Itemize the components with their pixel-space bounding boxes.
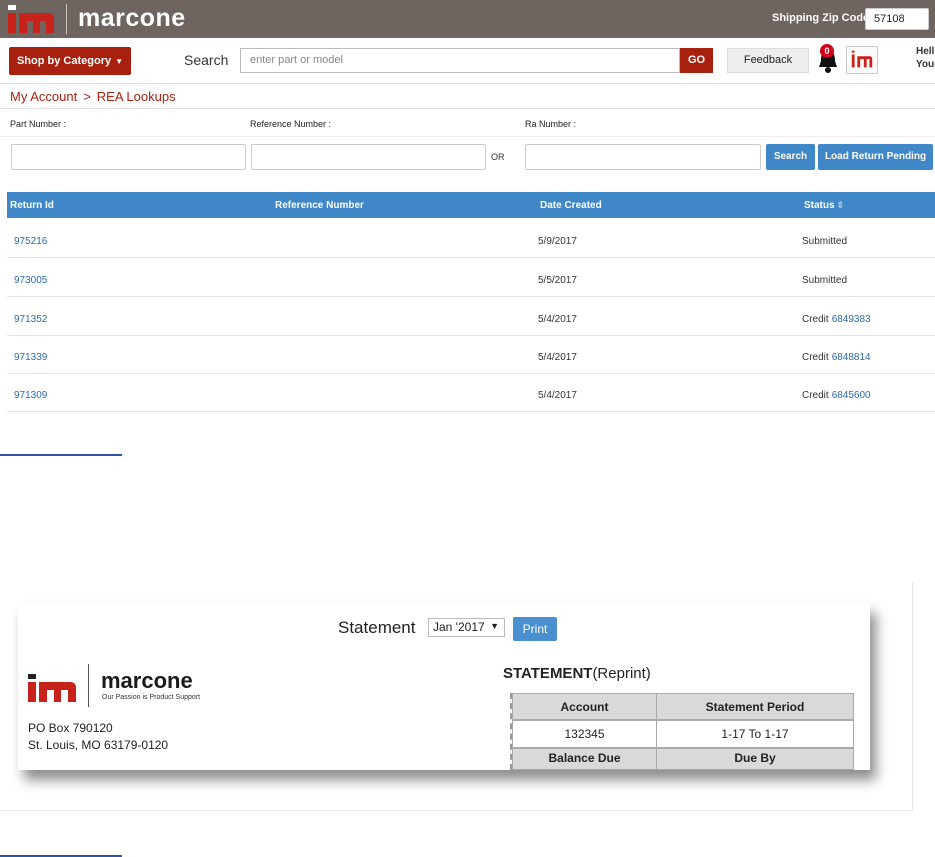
part-number-input[interactable] — [11, 144, 246, 170]
breadcrumb-separator: > — [83, 89, 91, 104]
sort-icon[interactable]: ⇕ — [837, 200, 845, 211]
date-created-cell: 5/9/2017 — [538, 236, 577, 247]
top-bar: marcone Shipping Zip Code 57108 — [0, 0, 935, 38]
balance-due-header-cell: Balance Due — [512, 748, 657, 770]
caret-down-icon: ▼ — [115, 57, 124, 66]
table-header: Return Id Reference Number Date Created … — [7, 192, 935, 218]
column-status[interactable]: Status ⇕ — [804, 200, 844, 211]
search-button[interactable]: Search — [766, 144, 815, 170]
notification-count-badge: 0 — [820, 44, 834, 58]
or-separator: OR — [491, 152, 505, 162]
return-id-link[interactable]: 971339 — [14, 352, 47, 363]
filter-divider — [0, 136, 935, 137]
due-by-header-cell: Due By — [656, 748, 854, 770]
statement-logo-divider — [88, 664, 89, 707]
return-id-link[interactable]: 971309 — [14, 390, 47, 401]
column-status-label: Status — [804, 200, 835, 211]
statement-heading-suffix: (Reprint) — [592, 665, 651, 682]
section-divider — [0, 454, 122, 456]
address-line-1: PO Box 790120 — [28, 721, 113, 735]
ra-number-label: Ra Number : — [525, 119, 577, 129]
shop-by-category-label: Shop by Category — [16, 55, 112, 67]
status-text: Credit — [802, 314, 829, 325]
column-date-created[interactable]: Date Created — [540, 200, 602, 211]
credit-link[interactable]: 6845600 — [832, 390, 871, 401]
return-id-link[interactable]: 971352 — [14, 314, 47, 325]
statement-period-header-cell: Statement Period — [656, 693, 854, 720]
shipping-zip-label: Shipping Zip Code — [772, 12, 870, 24]
breadcrumb-current[interactable]: REA Lookups — [97, 89, 176, 104]
statement-summary-table: Account Statement Period 132345 1-17 To … — [510, 693, 854, 770]
status-cell: Submitted — [802, 236, 850, 247]
account-header-cell: Account — [512, 693, 657, 720]
statement-tagline: Our Passion is Product Support — [102, 694, 201, 701]
statement-period-value-cell: 1-17 To 1-17 — [656, 720, 854, 748]
load-return-pending-button[interactable]: Load Return Pending — [818, 144, 933, 170]
address-line-2: St. Louis, MO 63179-0120 — [28, 738, 169, 752]
statement-period-value: Jan '2017 — [433, 620, 485, 634]
feedback-button[interactable]: Feedback — [727, 48, 809, 73]
date-created-cell: 5/4/2017 — [538, 390, 577, 401]
table-row: 971309 5/4/2017 Credit 6845600 — [7, 374, 935, 412]
date-created-cell: 5/4/2017 — [538, 352, 577, 363]
reference-number-input[interactable] — [251, 144, 486, 170]
print-button[interactable]: Print — [513, 617, 557, 641]
shop-by-category-button[interactable]: Shop by Category ▼ — [9, 47, 131, 75]
status-text: Credit — [802, 390, 829, 401]
table-row: 973005 5/5/2017 Submitted — [7, 259, 935, 297]
status-text: Credit — [802, 352, 829, 363]
breadcrumb: My Account > REA Lookups — [10, 89, 176, 104]
ra-number-input[interactable] — [525, 144, 761, 170]
brand-name: marcone — [78, 4, 186, 32]
account-logo-icon[interactable] — [846, 46, 878, 74]
table-row: 971339 5/4/2017 Credit 6848814 — [7, 336, 935, 374]
go-button[interactable]: GO — [680, 48, 713, 73]
statement-address: PO Box 790120 St. Louis, MO 63179-0120 — [28, 720, 168, 754]
reference-number-label: Reference Number : — [250, 119, 332, 129]
column-reference-number[interactable]: Reference Number — [275, 200, 364, 211]
status-text: Submitted — [802, 236, 848, 247]
status-cell: Submitted — [802, 275, 850, 286]
statement-title: Statement — [338, 618, 416, 637]
status-cell: Credit 6845600 — [802, 390, 871, 401]
shipping-zip-input[interactable]: 57108 — [865, 8, 929, 30]
date-created-cell: 5/4/2017 — [538, 314, 577, 325]
search-input[interactable]: enter part or model — [240, 48, 680, 73]
column-return-id[interactable]: Return Id — [10, 200, 54, 211]
logo-divider — [66, 4, 67, 34]
statement-period-select[interactable]: Jan '2017 ▼ — [428, 618, 505, 637]
greeting-line-2: Your — [916, 59, 935, 70]
credit-link[interactable]: 6848814 — [832, 352, 871, 363]
search-label: Search — [184, 52, 229, 68]
table-row: 975216 5/9/2017 Submitted — [7, 220, 935, 258]
part-number-label: Part Number : — [10, 119, 67, 129]
statement-brand-name: marcone — [101, 668, 193, 693]
credit-link[interactable]: 6849383 — [832, 314, 871, 325]
date-created-cell: 5/5/2017 — [538, 275, 577, 286]
dropdown-arrow-icon: ▼ — [490, 621, 499, 631]
greeting-line-1: Hell — [916, 46, 935, 57]
return-id-link[interactable]: 973005 — [14, 275, 47, 286]
status-text: Submitted — [802, 275, 848, 286]
table-row: 971352 5/4/2017 Credit 6849383 — [7, 298, 935, 336]
breadcrumb-my-account[interactable]: My Account — [10, 89, 77, 104]
status-cell: Credit 6849383 — [802, 314, 871, 325]
nav-row: Shop by Category ▼ Search enter part or m… — [0, 38, 935, 84]
marcone-logo-icon[interactable] — [8, 5, 54, 33]
statement-heading-main: STATEMENT — [503, 665, 593, 682]
statement-heading: STATEMENT(Reprint) — [503, 665, 651, 682]
status-cell: Credit 6848814 — [802, 352, 871, 363]
return-id-link[interactable]: 975216 — [14, 236, 47, 247]
statement-logo-icon — [28, 674, 76, 702]
account-value-cell: 132345 — [512, 720, 657, 748]
user-greeting[interactable]: Hell Your — [916, 45, 935, 71]
breadcrumb-divider — [0, 108, 935, 109]
